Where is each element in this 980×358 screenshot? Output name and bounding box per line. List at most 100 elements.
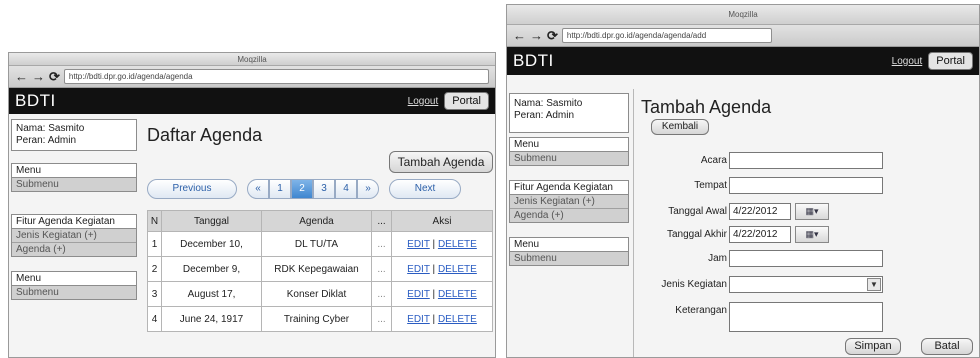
back-button[interactable]: Kembali bbox=[651, 119, 709, 135]
menu-group-1: Menu Submenu bbox=[11, 163, 137, 192]
edit-link[interactable]: EDIT bbox=[407, 264, 430, 275]
brand-logo: BDTI bbox=[513, 51, 554, 70]
window-title: Moqzilla bbox=[9, 53, 495, 66]
tanggal-akhir-label: Tanggal Akhir bbox=[666, 229, 727, 240]
menu-header: Menu bbox=[510, 238, 628, 252]
pagination-page-1[interactable]: 1 bbox=[269, 179, 291, 199]
sidebar-item-jenis-kegiatan[interactable]: Jenis Kegiatan (+) bbox=[12, 229, 136, 243]
window-title: Moqzilla bbox=[507, 5, 979, 25]
menu-header: Menu bbox=[12, 272, 136, 286]
column-header-agenda: Agenda bbox=[261, 210, 372, 232]
browser-window-list: Moqzilla ← → ⟳ http://bdti.dpr.go.id/age… bbox=[8, 52, 496, 358]
menu-group-3: Menu Submenu bbox=[11, 271, 137, 300]
page-title: Daftar Agenda bbox=[147, 125, 263, 145]
sidebar-item-agenda[interactable]: Agenda (+) bbox=[12, 243, 136, 256]
sidebar-item-submenu[interactable]: Submenu bbox=[510, 252, 628, 265]
keterangan-label: Keterangan bbox=[675, 305, 727, 316]
reload-icon[interactable]: ⟳ bbox=[547, 28, 558, 43]
reload-icon[interactable]: ⟳ bbox=[49, 69, 60, 84]
tanggal-awal-input[interactable]: 4/22/2012 bbox=[729, 203, 791, 220]
calendar-icon[interactable]: ▦▾ bbox=[795, 226, 829, 243]
row-number: 4 bbox=[147, 306, 162, 332]
row-agenda: Training Cyber bbox=[261, 306, 372, 332]
row-agenda: RDK Kepegawaian bbox=[261, 256, 372, 282]
row-more: ... bbox=[371, 281, 392, 307]
table-row: 3 August 17, Konser Diklat ... EDIT | DE… bbox=[147, 281, 493, 307]
row-actions: EDIT | DELETE bbox=[391, 281, 493, 307]
forward-arrow-icon[interactable]: → bbox=[530, 28, 543, 43]
row-number: 3 bbox=[147, 281, 162, 307]
row-actions: EDIT | DELETE bbox=[391, 256, 493, 282]
pagination-page-2[interactable]: 2 bbox=[291, 179, 313, 199]
column-header-more: ... bbox=[371, 210, 392, 232]
column-header-n: N bbox=[147, 210, 162, 232]
row-agenda: Konser Diklat bbox=[261, 281, 372, 307]
menu-header: Menu bbox=[12, 164, 136, 178]
sidebar: Nama: Sasmito Peran: Admin Menu Submenu … bbox=[509, 93, 629, 266]
row-agenda: DL TU/TA bbox=[261, 231, 372, 257]
row-number: 2 bbox=[147, 256, 162, 282]
edit-link[interactable]: EDIT bbox=[407, 314, 430, 325]
edit-link[interactable]: EDIT bbox=[407, 239, 430, 250]
agenda-table: N Tanggal Agenda ... Aksi 1 December 10,… bbox=[147, 210, 493, 332]
pagination-page-3[interactable]: 3 bbox=[313, 179, 335, 199]
forward-arrow-icon[interactable]: → bbox=[32, 69, 45, 84]
logout-link[interactable]: Logout bbox=[408, 96, 439, 107]
delete-link[interactable]: DELETE bbox=[438, 289, 477, 300]
logout-link[interactable]: Logout bbox=[892, 56, 923, 67]
menu-group-3: Menu Submenu bbox=[509, 237, 629, 266]
back-arrow-icon[interactable]: ← bbox=[513, 28, 526, 43]
pagination-next[interactable]: Next bbox=[389, 179, 461, 199]
pagination-previous[interactable]: Previous bbox=[147, 179, 237, 199]
delete-link[interactable]: DELETE bbox=[438, 239, 477, 250]
delete-link[interactable]: DELETE bbox=[438, 264, 477, 275]
row-number: 1 bbox=[147, 231, 162, 257]
row-more: ... bbox=[371, 256, 392, 282]
separator: | bbox=[432, 313, 436, 325]
separator: | bbox=[432, 263, 436, 275]
browser-toolbar: ← → ⟳ http://bdti.dpr.go.id/agenda/agend… bbox=[507, 25, 979, 47]
url-bar[interactable]: http://bdti.dpr.go.id/agenda/agenda bbox=[63, 69, 489, 84]
keterangan-textarea[interactable] bbox=[729, 302, 883, 332]
sidebar-item-submenu[interactable]: Submenu bbox=[12, 178, 136, 191]
row-actions: EDIT | DELETE bbox=[391, 306, 493, 332]
cancel-button[interactable]: Batal bbox=[921, 338, 973, 355]
pagination-first[interactable]: « bbox=[247, 179, 269, 199]
jenis-kegiatan-select[interactable]: ▼ bbox=[729, 276, 883, 293]
user-role: Peran: Admin bbox=[16, 135, 77, 146]
sidebar-item-jenis-kegiatan[interactable]: Jenis Kegiatan (+) bbox=[510, 195, 628, 209]
acara-input[interactable] bbox=[729, 152, 883, 169]
row-date: December 9, bbox=[161, 256, 262, 282]
portal-button[interactable]: Portal bbox=[928, 52, 973, 70]
row-date: August 17, bbox=[161, 281, 262, 307]
page-title: Tambah Agenda bbox=[641, 97, 772, 117]
sidebar-item-submenu[interactable]: Submenu bbox=[12, 286, 136, 299]
pagination-page-4[interactable]: 4 bbox=[335, 179, 357, 199]
portal-button[interactable]: Portal bbox=[444, 92, 489, 110]
jam-label: Jam bbox=[708, 253, 727, 264]
calendar-icon[interactable]: ▦▾ bbox=[795, 203, 829, 220]
sidebar-item-submenu[interactable]: Submenu bbox=[510, 152, 628, 165]
back-arrow-icon[interactable]: ← bbox=[15, 69, 28, 84]
column-header-aksi: Aksi bbox=[391, 210, 493, 232]
user-info-box: Nama: Sasmito Peran: Admin bbox=[509, 93, 629, 133]
tanggal-akhir-input[interactable]: 4/22/2012 bbox=[729, 226, 791, 243]
save-button[interactable]: Simpan bbox=[845, 338, 901, 355]
pagination-last[interactable]: » bbox=[357, 179, 379, 199]
jam-input[interactable] bbox=[729, 250, 883, 267]
tempat-input[interactable] bbox=[729, 177, 883, 194]
edit-link[interactable]: EDIT bbox=[407, 289, 430, 300]
user-info-box: Nama: Sasmito Peran: Admin bbox=[11, 119, 137, 151]
table-header-row: N Tanggal Agenda ... Aksi bbox=[147, 210, 493, 232]
menu-group-agenda: Fitur Agenda Kegiatan Jenis Kegiatan (+)… bbox=[509, 180, 629, 223]
url-bar[interactable]: http://bdti.dpr.go.id/agenda/agenda/add bbox=[561, 28, 772, 43]
sidebar-item-agenda[interactable]: Agenda (+) bbox=[510, 209, 628, 222]
tempat-label: Tempat bbox=[694, 180, 727, 191]
delete-link[interactable]: DELETE bbox=[438, 314, 477, 325]
browser-toolbar: ← → ⟳ http://bdti.dpr.go.id/agenda/agend… bbox=[9, 66, 495, 88]
brand-logo: BDTI bbox=[15, 91, 56, 110]
add-agenda-button[interactable]: Tambah Agenda bbox=[389, 151, 493, 173]
row-date: June 24, 1917 bbox=[161, 306, 262, 332]
menu-header: Fitur Agenda Kegiatan bbox=[12, 215, 136, 229]
tanggal-awal-label: Tanggal Awal bbox=[668, 206, 727, 217]
